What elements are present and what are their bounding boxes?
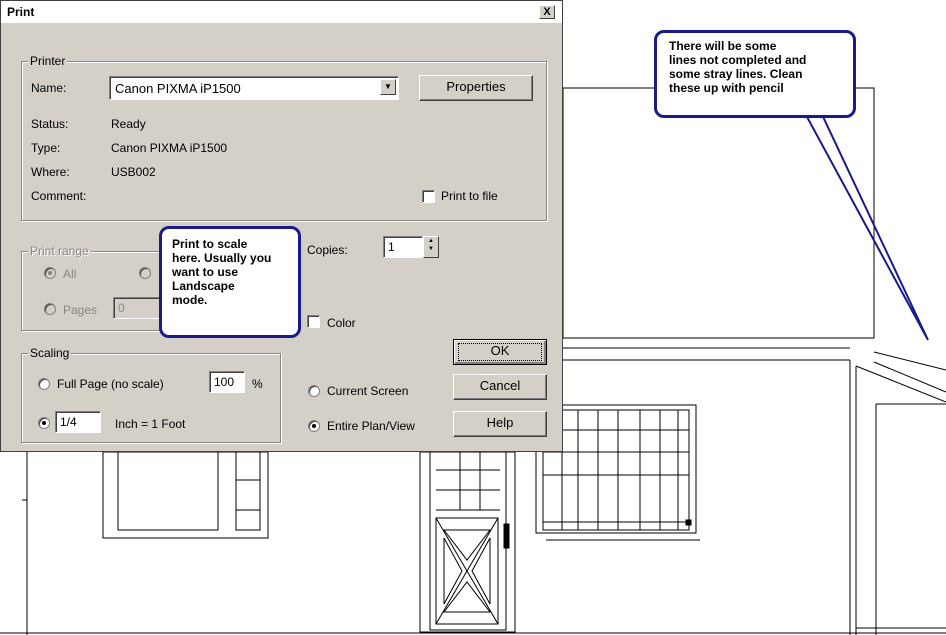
percent-input[interactable]: 100 [209, 371, 245, 393]
left-callout-line-3: want to use [172, 265, 239, 279]
print-range-group-label: Print range [28, 244, 91, 258]
dialog-title: Print [7, 5, 35, 19]
print-range-pages-radio[interactable] [44, 303, 56, 315]
type-value: Canon PIXMA iP1500 [111, 141, 228, 155]
printer-group-label: Printer [28, 54, 68, 68]
printer-name-value: Canon PIXMA iP1500 [115, 81, 241, 96]
close-button[interactable]: X [539, 5, 555, 19]
scale-input[interactable]: 1/4 [55, 411, 101, 433]
copies-spinner[interactable]: ▲ ▼ [423, 236, 439, 258]
ok-button[interactable]: OK [453, 339, 547, 365]
scale-suffix-label: Inch = 1 Foot [115, 417, 186, 431]
full-page-radio[interactable] [38, 378, 50, 390]
entire-plan-radio[interactable] [308, 420, 320, 432]
copies-label: Copies: [307, 243, 348, 257]
title-bar: Print X [1, 1, 562, 23]
left-window [102, 451, 269, 539]
right-callout-line-2: lines not completed and [669, 53, 807, 67]
properties-button[interactable]: Properties [419, 75, 533, 101]
full-page-label[interactable]: Full Page (no scale) [57, 377, 164, 391]
type-label: Type: [31, 141, 61, 155]
current-screen-label[interactable]: Current Screen [327, 384, 408, 398]
print-to-file-checkbox[interactable] [422, 190, 435, 203]
print-range-selection-radio[interactable] [139, 267, 151, 279]
status-label: Status: [31, 117, 69, 131]
where-label: Where: [31, 165, 70, 179]
left-callout-line-1: Print to scale [172, 237, 248, 251]
right-callout-line-1: There will be some [669, 39, 777, 53]
right-callout-line-3: some stray lines. Clean [669, 67, 803, 81]
chevron-down-icon[interactable]: ▼ [380, 79, 396, 95]
percent-symbol: % [252, 377, 263, 391]
print-range-pages-label[interactable]: Pages [63, 303, 97, 317]
print-range-all-radio[interactable] [44, 267, 56, 279]
current-screen-radio[interactable] [308, 385, 320, 397]
name-label: Name: [31, 81, 67, 95]
left-callout-line-2: here. Usually you [172, 251, 272, 265]
entire-plan-label[interactable]: Entire Plan/View [327, 419, 415, 433]
left-annotation-callout: Print to scale here. Usually you want to… [159, 226, 301, 338]
where-value: USB002 [111, 165, 156, 179]
right-callout-pointer [799, 103, 929, 341]
color-checkbox[interactable] [307, 315, 320, 328]
right-callout-line-4: these up with pencil [669, 81, 784, 95]
help-button[interactable]: Help [453, 411, 547, 437]
print-range-all-label[interactable]: All [63, 267, 76, 281]
door [419, 451, 516, 633]
comment-label: Comment: [31, 189, 87, 203]
print-to-file-label[interactable]: Print to file [441, 189, 498, 203]
scale-radio[interactable] [38, 417, 50, 429]
color-label[interactable]: Color [327, 316, 356, 330]
right-annotation-callout: There will be some lines not completed a… [654, 30, 856, 118]
cancel-button[interactable]: Cancel [453, 374, 547, 400]
printer-name-select[interactable]: Canon PIXMA iP1500 ▼ [109, 76, 399, 100]
focus-ring [458, 343, 542, 361]
scaling-group-label: Scaling [28, 346, 72, 360]
left-callout-line-5: mode. [172, 293, 208, 307]
left-callout-line-4: Landscape [172, 279, 235, 293]
status-value: Ready [111, 117, 146, 131]
copies-input[interactable]: 1 [383, 236, 423, 258]
